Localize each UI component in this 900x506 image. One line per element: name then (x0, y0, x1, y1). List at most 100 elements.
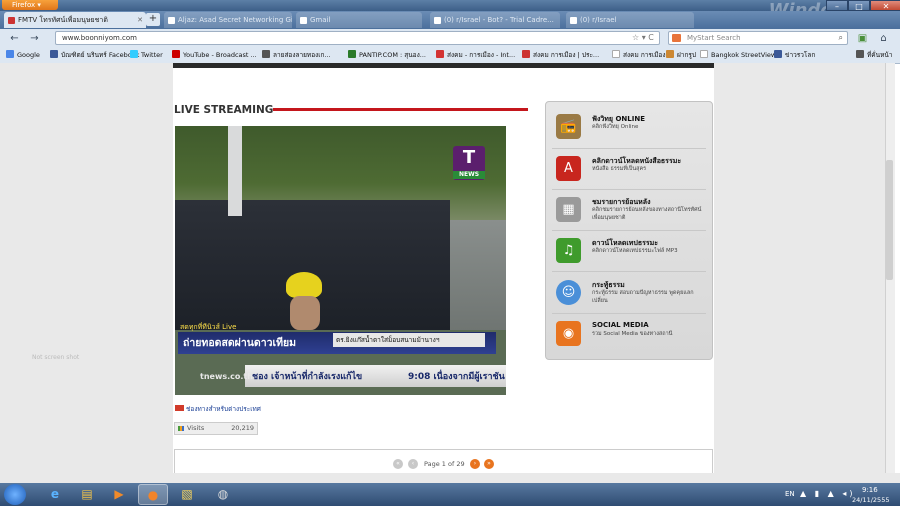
clock-time[interactable]: 9:16 (862, 486, 878, 494)
new-tab-button[interactable]: + (146, 13, 160, 26)
firefox-icon[interactable]: ● (138, 484, 168, 505)
bookmark-thai-1[interactable]: ลายส่องลายทองเก... (262, 48, 331, 62)
bookmark-pantip[interactable]: PANTIP.COM : สุนอง... (348, 48, 426, 62)
page-bottom (0, 473, 900, 483)
section-title-underline (273, 108, 528, 111)
bookmark-label: YouTube - Broadcast ... (183, 51, 257, 59)
google-icon (6, 50, 14, 58)
tab-label: FMTV โทรทัศน์เพื่อมนุษยชาติ (18, 16, 108, 24)
tab-close-icon[interactable]: ✕ (137, 12, 143, 28)
photo-viewer-icon[interactable]: ▧ (172, 484, 202, 505)
sidebar-item-dharma-books[interactable]: A คลิกดาวน์โหลดหนังสือธรรมะ หนังสือ ธรรม… (552, 150, 706, 190)
bookmarks-menu[interactable]: ที่คั่นหน้า (856, 48, 892, 62)
chat-icon: ☺ (556, 280, 581, 305)
logo-sub: NEWS (453, 171, 485, 179)
sidebar-item-replay[interactable]: ▦ ชมรายการย้อนหลัง คลิกชมรายการย้อนหลังข… (552, 191, 706, 231)
facebook-icon (50, 50, 58, 58)
page-icon (700, 50, 708, 58)
search-engine-icon[interactable] (672, 34, 681, 42)
sidebar-item-radio[interactable]: 📻 ฟังวิทยุ ONLINE คลิกฟังวิทยุ Online (552, 108, 706, 148)
tab-bar: FMTV โทรทัศน์เพื่อมนุษยชาติ ✕ Aljaz: Asad… (0, 11, 900, 29)
video-tower (228, 126, 242, 216)
tab-favicon (300, 17, 307, 24)
video-site-watermark: tnews.co.th (200, 372, 253, 381)
bookmark-icon (262, 50, 270, 58)
minimize-button[interactable]: – (826, 0, 848, 11)
app-icon[interactable]: ◍ (208, 484, 238, 505)
last-page-button[interactable]: » (484, 459, 494, 469)
search-placeholder: MyStart Search (687, 34, 741, 42)
sidebar-item-subtitle: รวม Social Media ของทางสถานี (592, 331, 673, 337)
twitter-icon (130, 50, 138, 58)
system-tray-icons[interactable]: ▲ ▮ ▲ ◂) (800, 489, 855, 498)
foreign-channel-link[interactable]: ช่องทางสำหรับต่างประเทศ (175, 404, 261, 414)
forward-button[interactable]: → (28, 32, 41, 45)
url-bar[interactable]: www.boonniyom.com (55, 31, 660, 45)
bookmark-world-news[interactable]: ข่าวรวโลก (774, 48, 815, 62)
bookmark-label: ส่งคม การเมือง | ประ... (533, 51, 600, 59)
bookmark-society-politics-int[interactable]: ส่งคม - การเมือง - Int... (436, 48, 515, 62)
addon-icon[interactable]: ▣ (856, 32, 869, 45)
next-page-button[interactable]: › (470, 459, 480, 469)
bookmark-label: ลายส่องลายทองเก... (273, 51, 331, 59)
bookmark-facebook[interactable]: บัณฑิตย์ นรินทร์ Facebook (50, 48, 139, 62)
home-button[interactable]: ⌂ (877, 32, 890, 45)
bookmark-label: Bangkok StreetView (711, 51, 777, 59)
bookmark-bangkok-streetview[interactable]: Bangkok StreetView (700, 48, 776, 62)
pdf-icon: A (556, 156, 581, 181)
tab-favicon (434, 17, 441, 24)
video-person (290, 296, 320, 330)
prev-page-button[interactable]: ‹ (408, 459, 418, 469)
bookmark-google[interactable]: Google (6, 48, 40, 62)
tab-reddit-israel-bot[interactable]: (0) r/Israel - Bot? - Trial Cadre... (430, 12, 560, 28)
video-ticker-time: 9:08 เนื่องจากมีผู้เราชัน (408, 372, 505, 382)
media-player-icon[interactable]: ▶ (104, 484, 134, 505)
tab-aljaz[interactable]: Aljaz: Asad Secret Networking Gi... (164, 12, 292, 28)
section-title: LIVE STREAMING (174, 104, 274, 116)
windows-taskbar (0, 483, 900, 506)
sidebar-item-dharma-tapes[interactable]: ♫ ดาวน์โหลดเทปธรรมะ คลิกดาวน์โหลดเทปธรรม… (552, 232, 706, 272)
clock-date[interactable]: 24/11/2555 (852, 496, 889, 504)
scrollbar-thumb[interactable] (886, 160, 893, 280)
sidebar-item-social-media[interactable]: ◉ SOCIAL MEDIA รวม Social Media ของทางสถ… (552, 315, 706, 355)
search-icon[interactable]: ⌕ (839, 32, 843, 44)
tv-icon (175, 405, 184, 411)
bookmark-youtube[interactable]: YouTube - Broadcast ... (172, 48, 257, 62)
bookmark-label: Twitter (141, 51, 163, 59)
maximize-button[interactable]: □ (848, 0, 870, 11)
search-input[interactable]: MyStart Search ⌕ (668, 31, 848, 45)
sidebar-item-title: SOCIAL MEDIA (592, 321, 649, 329)
start-button[interactable] (4, 484, 26, 505)
firefox-menu-button[interactable]: Firefox ▾ (2, 0, 58, 10)
sidebar-divider (552, 271, 706, 272)
sidebar-item-subtitle: คลิกชมรายการย้อนหลังของทางสถานีโทรทัศน์เ… (592, 207, 702, 221)
sidebar-item-subtitle: คลิกดาวน์โหลดเทปธรรมะไฟล์ MP3 (592, 248, 678, 254)
tab-label: Aljaz: Asad Secret Networking Gi... (178, 16, 292, 24)
sidebar-item-forum[interactable]: ☺ กระทู้ธรรม กระทู้ธรรม สอบถามปัญหาธรรม … (552, 274, 706, 314)
video-caption-sub: ตร.ยิงแก๊สน้ำตาใส่ม็อบสนามม้านางฯ (336, 336, 440, 344)
bookmark-society-politics-2[interactable]: ส่งคม การเมือง | ประ... (522, 48, 599, 62)
page-icon (612, 50, 620, 58)
language-indicator[interactable]: EN (785, 490, 795, 498)
internet-explorer-icon[interactable]: e (40, 484, 70, 505)
back-button[interactable]: ← (8, 32, 21, 45)
tab-reddit-israel[interactable]: (0) r/Israel (566, 12, 694, 28)
bookmark-label: ที่คั่นหน้า (867, 51, 893, 59)
film-icon: ▦ (556, 197, 581, 222)
file-explorer-icon[interactable]: ▤ (72, 484, 102, 505)
sidebar-item-subtitle: กระทู้ธรรม สอบถามปัญหาธรรม พูดคุยแลกเปลี… (592, 290, 694, 304)
bookmark-icon (666, 50, 674, 58)
tnews-logo: T NEWS (453, 146, 485, 180)
bookmark-twitter[interactable]: Twitter (130, 48, 163, 62)
tab-gmail[interactable]: Gmail (296, 12, 422, 28)
tab-fmtv[interactable]: FMTV โทรทัศน์เพื่อมนุษยชาติ ✕ (4, 12, 146, 28)
visits-label: Visits (187, 424, 205, 432)
bookmark-upload[interactable]: ฝากรูป (666, 48, 696, 62)
close-button[interactable]: ✕ (870, 0, 900, 11)
bookmark-society-politics-3[interactable]: ส่งคม การเมือง (612, 48, 666, 62)
radio-icon: 📻 (556, 114, 581, 139)
url-bar-icons[interactable]: ☆ ▾ C (632, 31, 654, 45)
first-page-button[interactable]: « (393, 459, 403, 469)
pantip-icon (348, 50, 356, 58)
firefox-menu-label: Firefox (12, 1, 36, 9)
